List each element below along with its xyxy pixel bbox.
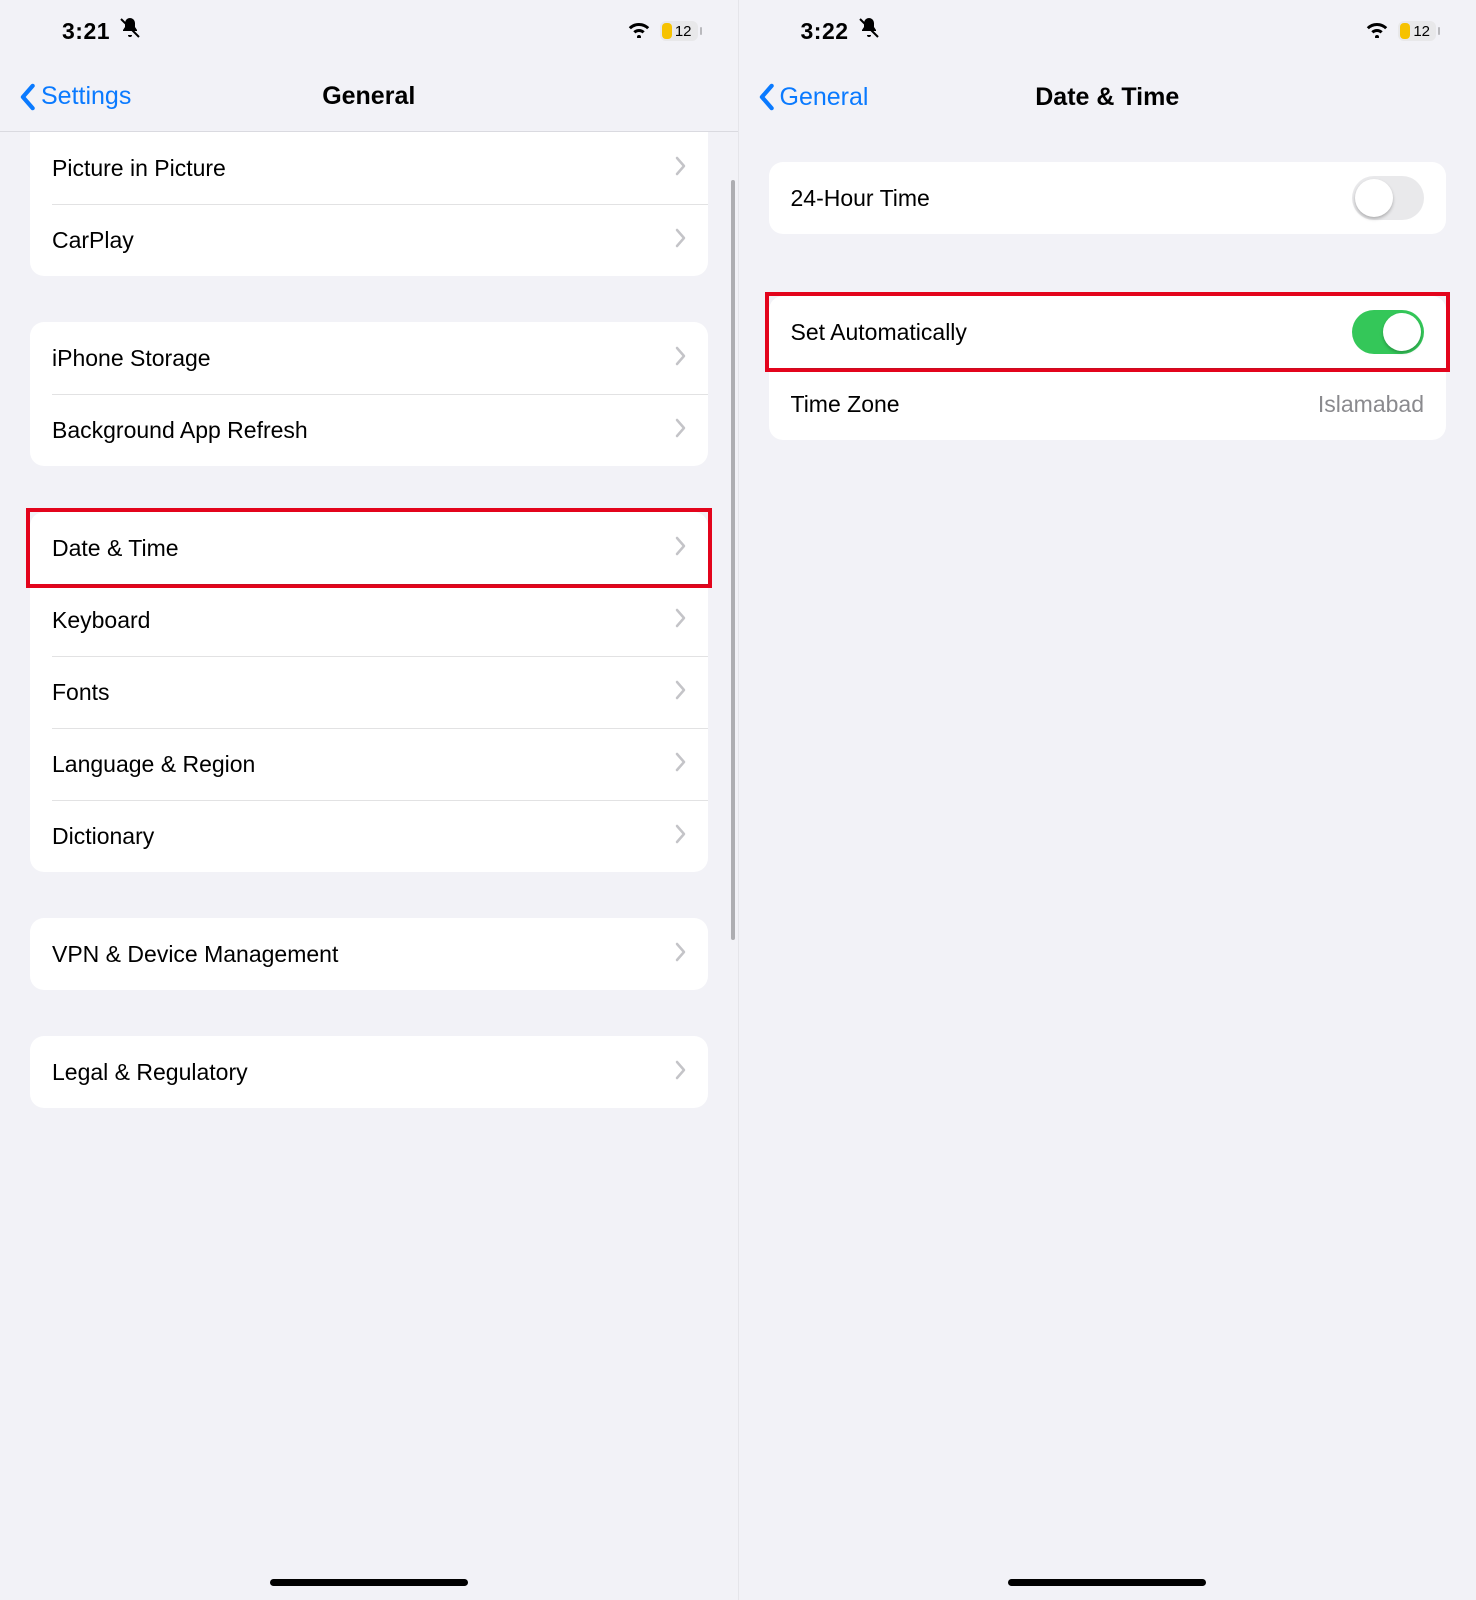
home-indicator[interactable] (270, 1579, 468, 1586)
row-vpn-device-management[interactable]: VPN & Device Management (30, 918, 708, 990)
chevron-right-icon (674, 751, 686, 778)
silent-icon (118, 16, 142, 46)
chevron-right-icon (674, 227, 686, 254)
status-bar: 3:22 12 (739, 0, 1476, 62)
wifi-icon (1366, 20, 1388, 43)
phone-general-settings: 3:21 12 Settings Genera (0, 0, 739, 1600)
row-background-app-refresh[interactable]: Background App Refresh (30, 394, 708, 466)
settings-group: iPhone Storage Background App Refresh (30, 322, 708, 466)
wifi-icon (628, 20, 650, 43)
chevron-left-icon (20, 83, 37, 111)
settings-group: Set Automatically Time Zone Islamabad (769, 296, 1447, 440)
settings-group: 24-Hour Time (769, 162, 1447, 234)
row-label: Legal & Regulatory (52, 1059, 248, 1086)
chevron-right-icon (674, 679, 686, 706)
battery-indicator: 12 (660, 21, 698, 41)
row-iphone-storage[interactable]: iPhone Storage (30, 322, 708, 394)
row-language-region[interactable]: Language & Region (30, 728, 708, 800)
chevron-right-icon (674, 345, 686, 372)
row-set-automatically: Set Automatically (769, 296, 1447, 368)
row-label: VPN & Device Management (52, 941, 338, 968)
battery-indicator: 12 (1398, 21, 1436, 41)
row-label: Dictionary (52, 823, 154, 850)
back-label: Settings (41, 82, 131, 111)
row-label: Date & Time (52, 535, 179, 562)
row-time-zone[interactable]: Time Zone Islamabad (769, 368, 1447, 440)
row-fonts[interactable]: Fonts (30, 656, 708, 728)
row-keyboard[interactable]: Keyboard (30, 584, 708, 656)
row-label: Time Zone (791, 391, 900, 418)
scroll-indicator[interactable] (731, 180, 735, 940)
home-indicator[interactable] (1008, 1579, 1206, 1586)
back-button[interactable]: General (759, 83, 869, 112)
row-legal-regulatory[interactable]: Legal & Regulatory (30, 1036, 708, 1108)
toggle-set-automatically[interactable] (1352, 310, 1424, 354)
row-label: CarPlay (52, 227, 134, 254)
phone-date-time-settings: 3:22 12 General Date & (739, 0, 1476, 1600)
row-picture-in-picture[interactable]: Picture in Picture (30, 132, 708, 204)
nav-bar: General Date & Time (739, 62, 1476, 132)
row-label: Fonts (52, 679, 110, 706)
row-date-time[interactable]: Date & Time (30, 512, 708, 584)
chevron-right-icon (674, 1059, 686, 1086)
row-24-hour-time: 24-Hour Time (769, 162, 1447, 234)
row-label: Keyboard (52, 607, 150, 634)
back-label: General (780, 83, 869, 112)
row-dictionary[interactable]: Dictionary (30, 800, 708, 872)
row-label: Language & Region (52, 751, 255, 778)
chevron-left-icon (759, 83, 776, 111)
status-bar: 3:21 12 (0, 0, 738, 62)
chevron-right-icon (674, 417, 686, 444)
row-value: Islamabad (1318, 391, 1424, 418)
settings-group: VPN & Device Management (30, 918, 708, 990)
chevron-right-icon (674, 823, 686, 850)
toggle-24-hour-time[interactable] (1352, 176, 1424, 220)
row-label: Picture in Picture (52, 155, 226, 182)
status-time: 3:21 (62, 18, 110, 45)
status-time: 3:22 (801, 18, 849, 45)
settings-group: Legal & Regulatory (30, 1036, 708, 1108)
row-label: Set Automatically (791, 319, 967, 346)
row-label: 24-Hour Time (791, 185, 930, 212)
chevron-right-icon (674, 535, 686, 562)
settings-group: Date & Time Keyboard Fonts Language & Re… (30, 512, 708, 872)
row-carplay[interactable]: CarPlay (30, 204, 708, 276)
chevron-right-icon (674, 607, 686, 634)
silent-icon (857, 16, 881, 46)
row-label: iPhone Storage (52, 345, 211, 372)
chevron-right-icon (674, 941, 686, 968)
back-button[interactable]: Settings (20, 82, 131, 111)
settings-group: Picture in Picture CarPlay (30, 132, 708, 276)
row-label: Background App Refresh (52, 417, 308, 444)
nav-bar: Settings General (0, 62, 738, 132)
chevron-right-icon (674, 155, 686, 182)
